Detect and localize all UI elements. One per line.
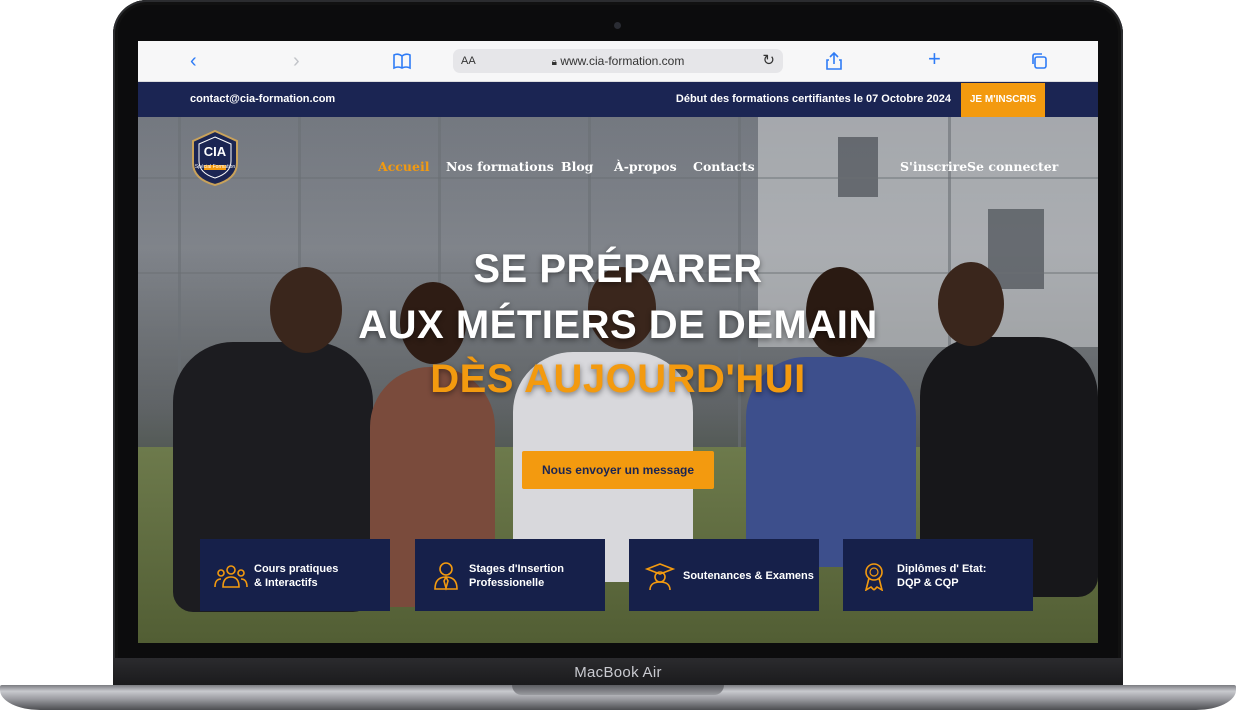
login-link[interactable]: Se connecter (967, 159, 1058, 174)
feature-card-soutenances[interactable]: Soutenances & Examens (629, 539, 819, 611)
nav-item-formations[interactable]: Nos formations (446, 159, 554, 174)
send-message-button[interactable]: Nous envoyer un message (522, 451, 714, 489)
device-label: MacBook Air (574, 664, 662, 681)
logo-letters: CIA (203, 144, 227, 159)
graduate-cap-icon (644, 563, 676, 591)
url-value: www.cia-formation.com (560, 54, 685, 68)
feature-card-label: Diplômes d' Etat: DQP & CQP (897, 563, 987, 589)
bookmarks-book-icon[interactable] (392, 52, 412, 74)
nav-item-contacts[interactable]: Contacts (693, 159, 755, 174)
back-arrow-icon[interactable]: ‹ (190, 51, 197, 71)
laptop-hinge-notch (512, 685, 724, 695)
browser-toolbar: ‹ › AA 🔒︎ www.cia-formation.com ↻ + (138, 41, 1098, 82)
contact-email-link[interactable]: contact@cia-formation.com (190, 93, 335, 105)
award-medal-icon (864, 563, 884, 591)
hero-section: CIA Spécial Formation Accueil Nos format… (138, 117, 1098, 643)
professional-person-icon (434, 562, 458, 591)
address-bar[interactable]: AA 🔒︎ www.cia-formation.com ↻ (453, 49, 783, 73)
feature-card-cours[interactable]: Cours pratiques & Interactifs (200, 539, 390, 611)
register-button[interactable]: JE M'INSCRIS (961, 83, 1045, 117)
nav-item-accueil[interactable]: Accueil (378, 159, 429, 174)
webcam (614, 22, 621, 29)
hero-headline-line3: DÈS AUJOURD'HUI (430, 357, 806, 401)
share-icon[interactable] (825, 51, 843, 75)
main-nav: Accueil Nos formations Blog À-propos Con… (138, 159, 1098, 179)
lock-icon: 🔒︎ (551, 57, 557, 68)
feature-card-label: Soutenances & Examens (683, 570, 814, 582)
feature-card-stages[interactable]: Stages d'Insertion Professionelle (415, 539, 605, 611)
nav-item-apropos[interactable]: À-propos (614, 159, 677, 174)
feature-card-label: Cours pratiques & Interactifs (254, 563, 339, 589)
forward-arrow-icon[interactable]: › (293, 51, 300, 71)
nav-item-blog[interactable]: Blog (561, 159, 593, 174)
group-people-icon (214, 565, 248, 588)
hero-headline-line1: SE PRÉPARER (473, 247, 763, 291)
url-text: 🔒︎ www.cia-formation.com (453, 54, 783, 68)
hero-headline-line2: AUX MÉTIERS DE DEMAIN (358, 303, 878, 347)
feature-card-label: Stages d'Insertion Professionelle (469, 563, 564, 589)
new-tab-plus-icon[interactable]: + (928, 48, 941, 70)
site-info-strip: contact@cia-formation.com Début des form… (138, 82, 1098, 117)
feature-card-diplomes[interactable]: Diplômes d' Etat: DQP & CQP (843, 539, 1033, 611)
signup-link[interactable]: S'inscrire (900, 159, 967, 174)
tabs-overview-icon[interactable] (1030, 52, 1048, 74)
training-start-notice: Début des formations certifiantes le 07 … (675, 93, 951, 105)
reload-icon[interactable]: ↻ (762, 51, 775, 69)
screen: ‹ › AA 🔒︎ www.cia-formation.com ↻ + cont… (138, 41, 1098, 643)
